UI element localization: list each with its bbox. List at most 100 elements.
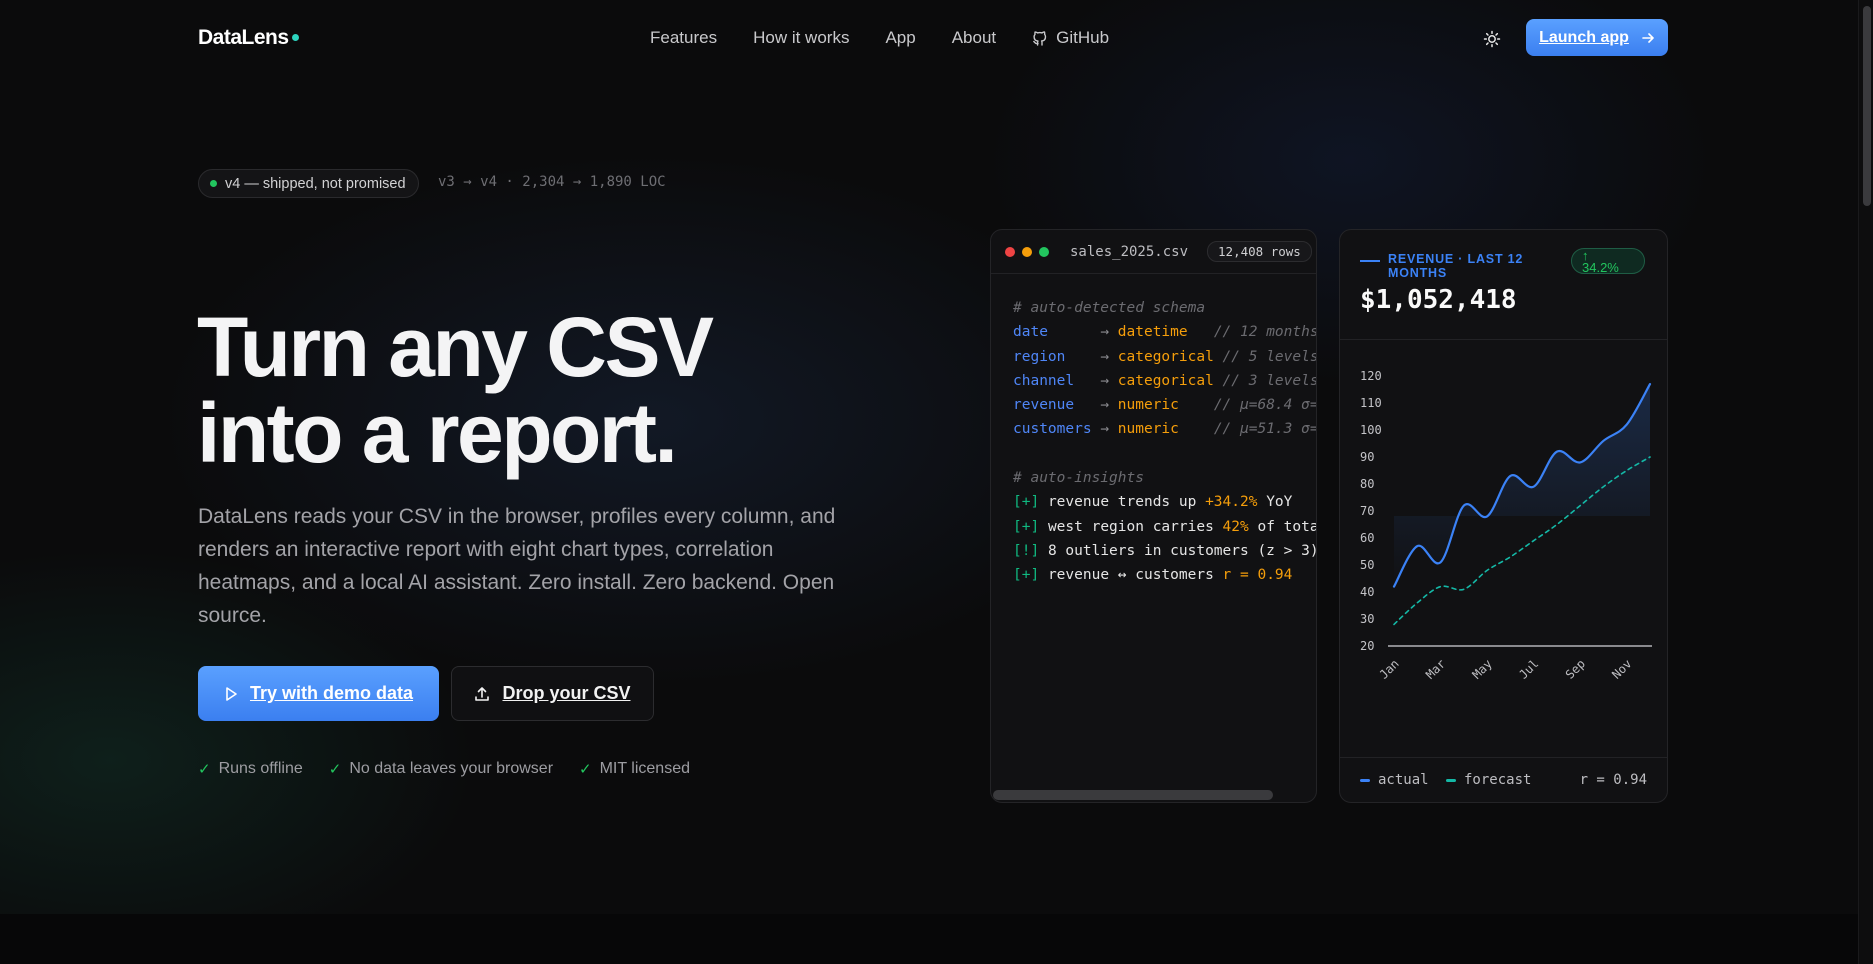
version-badge-text: v4 — shipped, not promised <box>225 175 406 192</box>
insight-line: [+] revenue ↔ customers r = 0.94 <box>1013 567 1292 583</box>
schema-type: numeric <box>1117 397 1179 414</box>
chart-label-line <box>1360 260 1380 262</box>
feature-checks: ✓ Runs offline ✓ No data leaves your brows… <box>198 760 690 778</box>
window-close-dot <box>1005 246 1015 257</box>
next-section-edge <box>0 914 1873 964</box>
x-tick-label: Sep <box>1563 657 1588 682</box>
legend-swatch-forecast <box>1446 778 1456 782</box>
hero-headline-line-1: Turn any CSV <box>197 300 714 394</box>
insight-tag: [+] <box>1013 567 1040 584</box>
nav-link-how-it-works[interactable]: How it works <box>753 28 849 48</box>
schema-note: // 12 months <box>1213 324 1317 341</box>
insight-highlight: 42% <box>1222 518 1249 535</box>
drop-csv-button[interactable]: Drop your CSV <box>451 666 654 721</box>
y-tick-label: 120 <box>1360 369 1382 383</box>
legend-forecast: forecast <box>1446 772 1531 788</box>
check-item: ✓ Runs offline <box>198 760 303 778</box>
window-maximize-dot <box>1039 246 1049 257</box>
code-body: # auto-detected schema date → datetime /… <box>1013 296 1317 588</box>
insight-text: west region carries <box>1047 518 1223 535</box>
hero-subtitle: DataLens reads your CSV in the browser, … <box>198 505 836 627</box>
schema-col: revenue <box>1013 397 1075 414</box>
check-icon: ✓ <box>328 761 342 778</box>
change-value: 34.2% <box>1582 260 1619 275</box>
try-demo-label: Try with demo data <box>249 683 414 703</box>
schema-col: date <box>1013 324 1048 341</box>
y-tick-label: 60 <box>1360 531 1374 545</box>
hero-headline: Turn any CSV into a report. <box>197 304 714 476</box>
drop-csv-label: Drop your CSV <box>502 683 631 703</box>
y-tick-label: 100 <box>1360 423 1382 437</box>
nav-link-github-label: GitHub <box>1056 28 1110 47</box>
schema-line: customers → numeric // μ=51.3 σ=… <box>1013 421 1317 438</box>
hero-headline-line-2: into a report. <box>197 386 678 480</box>
logo[interactable]: DataLens <box>198 26 299 50</box>
schema-line: region → categorical // 5 levels <box>1013 348 1317 365</box>
insight-highlight: r = 0.94 <box>1222 567 1293 584</box>
page-scrollbar[interactable] <box>1858 0 1873 964</box>
launch-app-button[interactable]: Launch app <box>1526 19 1668 56</box>
insight-tag: [+] <box>1013 518 1040 535</box>
y-tick-label: 50 <box>1360 558 1374 572</box>
play-icon <box>226 686 237 701</box>
revenue-chart-panel: REVENUE · LAST 12 MONTHS ↑ 34.2% $1,052,4… <box>1339 229 1668 803</box>
y-tick-label: 40 <box>1360 585 1374 599</box>
schema-col: channel <box>1013 372 1075 389</box>
github-icon <box>1033 31 1047 46</box>
check-icon: ✓ <box>579 761 592 778</box>
legend-forecast-label: forecast <box>1464 772 1532 788</box>
launch-app-label: Launch app <box>1539 28 1629 46</box>
try-demo-button[interactable]: Try with demo data <box>198 666 439 721</box>
chart-label-text: REVENUE · LAST 12 MONTHS <box>1388 252 1524 280</box>
schema-line: revenue → numeric // μ=68.4 σ=… <box>1013 397 1316 414</box>
insight-text: 8 outliers in customers (z > 3) <box>1047 542 1317 559</box>
schema-line: channel → categorical // 3 levels <box>1013 372 1317 389</box>
loc-stat: v3 → v4 · 2,304 → 1,890 LOC <box>438 174 666 190</box>
schema-type: categorical <box>1117 348 1214 365</box>
chart-label: REVENUE · LAST 12 MONTHS <box>1360 252 1538 280</box>
y-tick-label: 80 <box>1360 477 1374 491</box>
x-tick-label: Nov <box>1609 657 1634 682</box>
schema-col: region <box>1013 348 1066 365</box>
schema-note: // μ=51.3 σ=… <box>1213 421 1317 438</box>
y-tick-label: 90 <box>1360 450 1374 464</box>
check-item: ✓ MIT licensed <box>579 760 690 778</box>
nav-link-about[interactable]: About <box>952 28 996 48</box>
scrollbar-thumb[interactable] <box>1863 6 1871 206</box>
insight-line: [+] revenue trends up +34.2% YoY <box>1013 494 1292 510</box>
code-horizontal-scrollbar[interactable] <box>993 790 1273 800</box>
schema-type: categorical <box>1117 372 1214 389</box>
logo-dot <box>291 34 299 41</box>
insight-text: revenue ↔ customers <box>1047 567 1223 584</box>
area-fill-actual <box>1394 384 1650 587</box>
check-label: No data leaves your browser <box>349 760 554 777</box>
x-tick-label: May <box>1470 657 1495 682</box>
x-tick-label: Jul <box>1516 657 1541 682</box>
insight-highlight: +34.2% <box>1205 494 1258 511</box>
status-dot <box>210 180 217 187</box>
upload-icon <box>475 686 490 701</box>
file-name: sales_2025.csv <box>1070 243 1189 260</box>
y-tick-label: 110 <box>1360 396 1382 410</box>
row-count-badge: 12,408 rows <box>1207 241 1312 262</box>
theme-toggle-sun-icon[interactable] <box>1482 29 1502 49</box>
nav-link-app[interactable]: App <box>885 28 915 48</box>
schema-code-panel: sales_2025.csv 12,408 rows # auto-detect… <box>990 229 1317 803</box>
change-chip: ↑ 34.2% <box>1571 248 1645 274</box>
logo-text: DataLens <box>198 26 289 49</box>
insights-comment: # auto-insights <box>1013 470 1144 487</box>
schema-comment: # auto-detected schema <box>1013 300 1206 316</box>
nav-links: Features How it works App About GitHub <box>650 28 1109 48</box>
schema-note: // 5 levels <box>1222 348 1317 365</box>
nav-link-features[interactable]: Features <box>650 28 717 48</box>
insight-text-tail: of total <box>1257 518 1316 535</box>
insight-line: [+] west region carries 42% of total <box>1013 518 1316 535</box>
y-tick-label: 20 <box>1360 639 1374 653</box>
insight-tag: [+] <box>1013 494 1040 511</box>
version-badge: v4 — shipped, not promised <box>198 169 419 198</box>
legend-actual: actual <box>1360 772 1429 788</box>
check-item: ✓ No data leaves your browser <box>329 760 553 778</box>
schema-type: numeric <box>1117 421 1179 438</box>
revenue-total: $1,052,418 <box>1360 285 1517 315</box>
nav-link-github[interactable]: GitHub <box>1032 28 1109 48</box>
